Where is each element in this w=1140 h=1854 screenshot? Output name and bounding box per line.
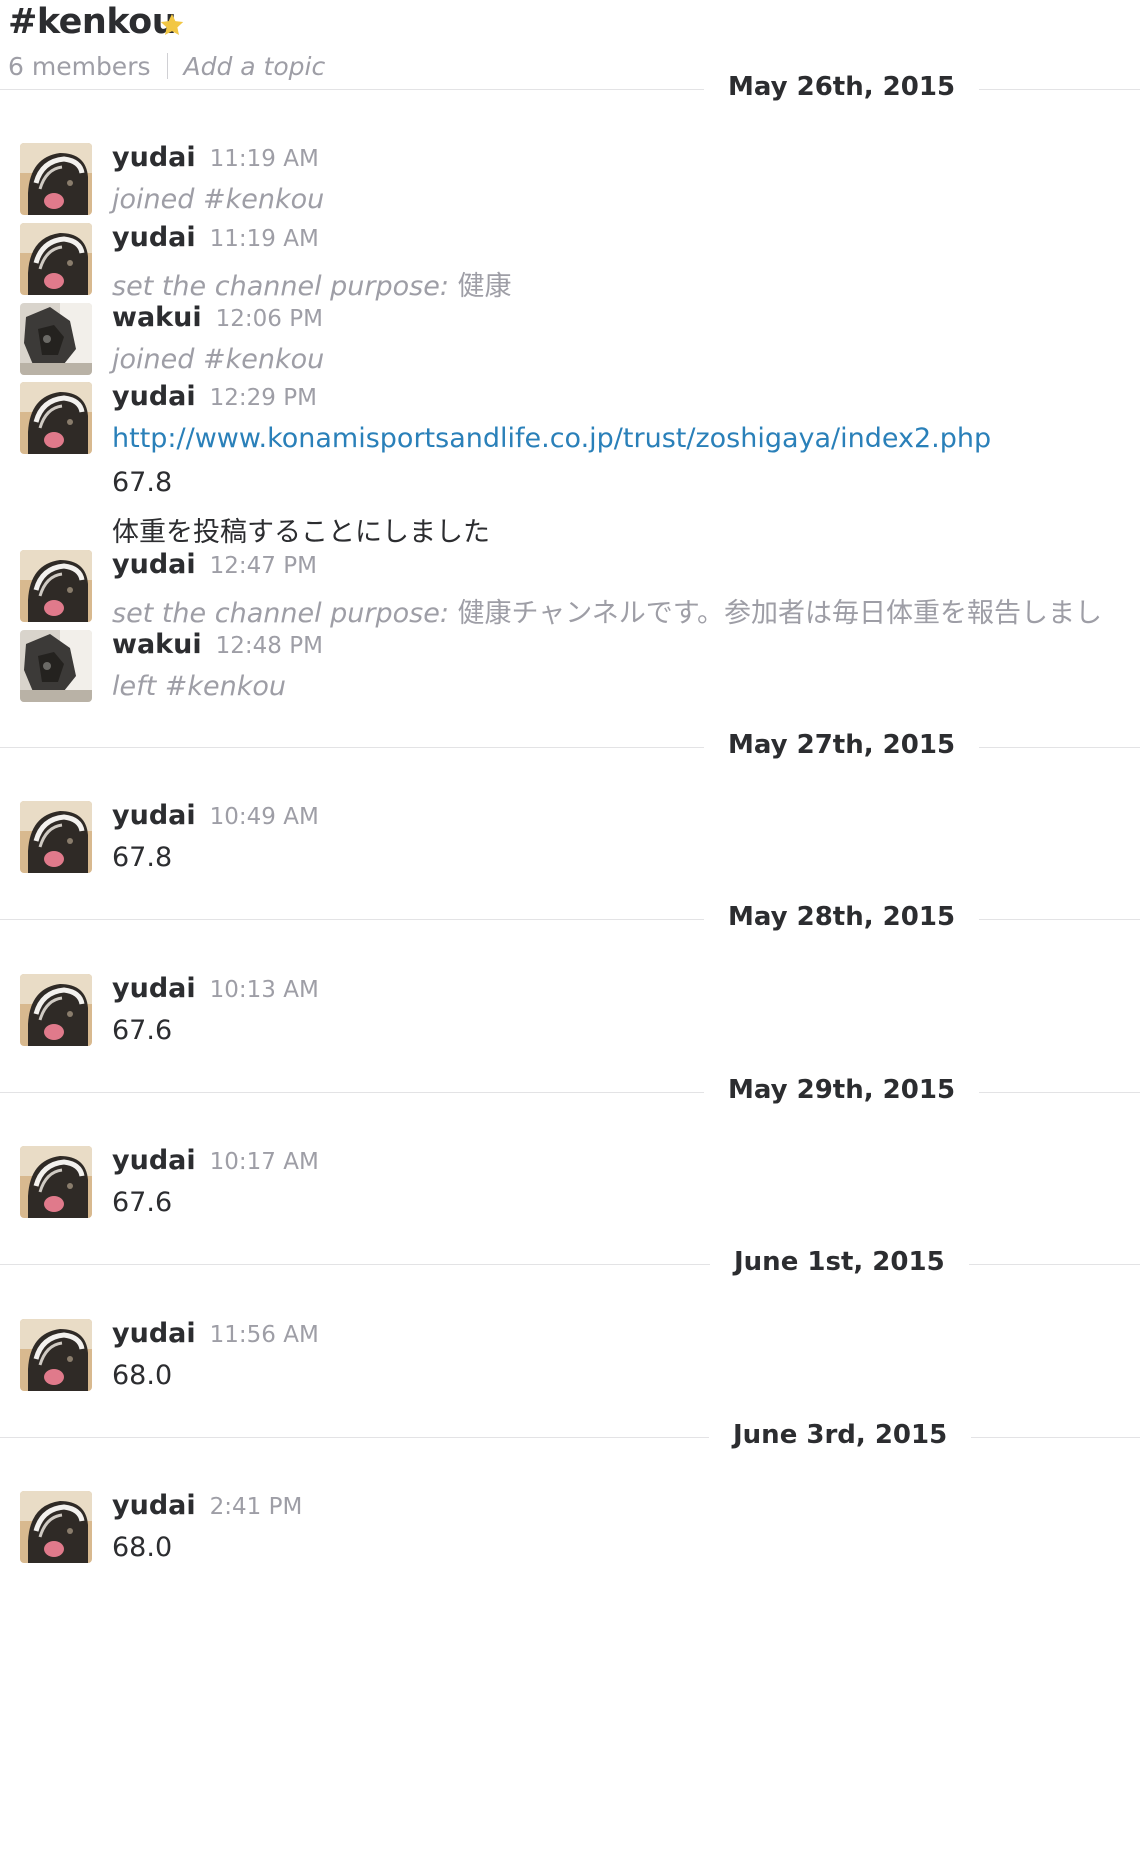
message-text: 67.6 — [112, 1015, 173, 1046]
author-name[interactable]: yudai — [112, 222, 196, 253]
avatar[interactable] — [20, 630, 92, 702]
timestamp[interactable]: 12:29 PM — [210, 385, 317, 411]
day-divider: May 29th, 2015 — [0, 1075, 1140, 1111]
message-text: 67.6 — [112, 1187, 173, 1218]
message-header: wakui 12:48 PM — [112, 629, 323, 660]
system-message-text: left #kenkou — [112, 671, 287, 702]
message-text: 67.8 — [112, 467, 173, 498]
author-name[interactable]: yudai — [112, 1318, 196, 1349]
system-message: joined #kenkou — [112, 344, 324, 375]
message-text: 体重を投稿することにしました — [112, 517, 490, 548]
author-name[interactable]: yudai — [112, 549, 196, 580]
avatar[interactable] — [20, 1319, 92, 1391]
day-divider: June 3rd, 2015 — [0, 1420, 1140, 1456]
message-header: yudai 10:49 AM — [112, 800, 319, 831]
day-divider-label: June 1st, 2015 — [710, 1247, 969, 1277]
avatar[interactable] — [20, 1146, 92, 1218]
avatar[interactable] — [20, 303, 92, 375]
timestamp[interactable]: 11:19 AM — [210, 146, 319, 172]
timestamp[interactable]: 12:47 PM — [210, 553, 317, 579]
author-name[interactable]: yudai — [112, 1145, 196, 1176]
author-name[interactable]: wakui — [112, 629, 202, 660]
avatar[interactable] — [20, 801, 92, 873]
author-name[interactable]: yudai — [112, 381, 196, 412]
message-header: yudai 11:19 AM — [112, 222, 319, 253]
timestamp[interactable]: 10:17 AM — [210, 1149, 319, 1175]
system-message-text: joined #kenkou — [112, 344, 325, 375]
message-header: yudai 12:29 PM — [112, 381, 317, 412]
channel-purpose-text: 健康チャンネルです。参加者は毎日体重を報告しまし — [457, 598, 1103, 629]
author-name[interactable]: yudai — [112, 973, 196, 1004]
timestamp[interactable]: 11:56 AM — [210, 1322, 319, 1348]
author-name[interactable]: yudai — [112, 800, 196, 831]
channel-title[interactable]: #kenkou — [8, 2, 177, 42]
system-message: set the channel purpose: 健康チャンネルです。参加者は毎… — [112, 591, 1102, 630]
system-message: set the channel purpose: 健康 — [112, 264, 512, 303]
avatar[interactable] — [20, 382, 92, 454]
system-message: left #kenkou — [112, 671, 286, 702]
system-message: joined #kenkou — [112, 184, 324, 215]
system-message-text: set the channel purpose: — [112, 271, 449, 302]
message-text: 68.0 — [112, 1360, 173, 1391]
day-divider: June 1st, 2015 — [0, 1247, 1140, 1283]
author-name[interactable]: yudai — [112, 1490, 196, 1521]
avatar[interactable] — [20, 1491, 92, 1563]
author-name[interactable]: yudai — [112, 142, 196, 173]
timestamp[interactable]: 10:13 AM — [210, 977, 319, 1003]
message-link[interactable]: http://www.konamisportsandlife.co.jp/tru… — [112, 423, 991, 454]
timestamp[interactable]: 12:48 PM — [216, 633, 323, 659]
timestamp[interactable]: 2:41 PM — [210, 1494, 303, 1520]
avatar[interactable] — [20, 143, 92, 215]
system-message-text: joined #kenkou — [112, 184, 325, 215]
day-divider-label: May 26th, 2015 — [704, 72, 980, 102]
channel-view: #kenkou 6 members Add a topic May 26th, 2… — [0, 0, 1140, 1854]
timestamp[interactable]: 12:06 PM — [216, 306, 323, 332]
day-divider-label: June 3rd, 2015 — [709, 1420, 972, 1450]
message-header: yudai 10:17 AM — [112, 1145, 319, 1176]
message-header: yudai 11:19 AM — [112, 142, 319, 173]
day-divider-label: May 28th, 2015 — [704, 902, 980, 932]
timestamp[interactable]: 11:19 AM — [210, 226, 319, 252]
day-divider: May 27th, 2015 — [0, 730, 1140, 766]
message-header: yudai 12:47 PM — [112, 549, 317, 580]
day-divider-rule — [0, 1264, 1140, 1265]
day-divider-label: May 29th, 2015 — [704, 1075, 980, 1105]
channel-purpose-text: 健康 — [457, 271, 512, 302]
timestamp[interactable]: 10:49 AM — [210, 804, 319, 830]
message-header: yudai 2:41 PM — [112, 1490, 302, 1521]
message-text: 68.0 — [112, 1532, 173, 1563]
day-divider: May 28th, 2015 — [0, 902, 1140, 938]
author-name[interactable]: wakui — [112, 302, 202, 333]
message-text: 67.8 — [112, 842, 173, 873]
message-header: wakui 12:06 PM — [112, 302, 323, 333]
message-header: yudai 10:13 AM — [112, 973, 319, 1004]
message-header: yudai 11:56 AM — [112, 1318, 319, 1349]
day-divider-label: May 27th, 2015 — [704, 730, 980, 760]
avatar[interactable] — [20, 550, 92, 622]
star-icon[interactable] — [158, 11, 186, 39]
avatar[interactable] — [20, 223, 92, 295]
system-message-text: set the channel purpose: — [112, 598, 449, 629]
day-divider: May 26th, 2015 — [0, 72, 1140, 108]
avatar[interactable] — [20, 974, 92, 1046]
